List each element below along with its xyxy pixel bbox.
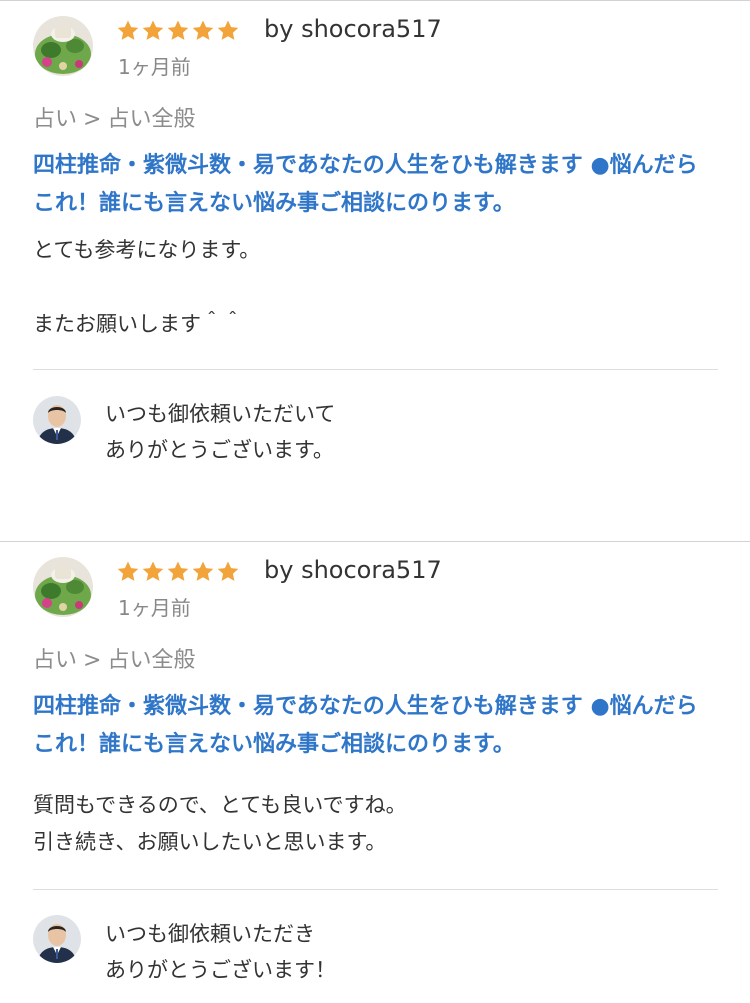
breadcrumb: 占い > 占い全般 bbox=[33, 645, 195, 677]
star-icon bbox=[142, 561, 164, 581]
divider bbox=[33, 889, 718, 890]
star-icon bbox=[217, 20, 239, 40]
rating-stars bbox=[116, 556, 240, 588]
star-icon bbox=[167, 20, 189, 40]
star-icon bbox=[142, 20, 164, 40]
breadcrumb-subcategory[interactable]: 占い全般 bbox=[107, 107, 195, 132]
star-icon bbox=[167, 561, 189, 581]
reviewer-name[interactable]: by shocora517 bbox=[264, 552, 442, 588]
service-title-link[interactable]: 四柱推命・紫微斗数・易であなたの人生をひも解きます ●悩んだら これ！誰にも言え… bbox=[33, 147, 723, 223]
star-icon bbox=[192, 561, 214, 581]
review-card: by shocora517 1ヶ月前 占い > 占い全般 四柱推命・紫微斗数・易であ… bbox=[0, 0, 750, 542]
review-date: 1ヶ月前 bbox=[118, 596, 191, 620]
review-date: 1ヶ月前 bbox=[118, 55, 191, 79]
divider bbox=[33, 369, 718, 370]
breadcrumb-separator: > bbox=[83, 107, 102, 132]
breadcrumb-category[interactable]: 占い bbox=[33, 107, 77, 132]
review-comment: とても参考になります。 またお願いします＾＾ bbox=[33, 238, 261, 336]
service-title-link[interactable]: 四柱推命・紫微斗数・易であなたの人生をひも解きます ●悩んだら これ！誰にも言え… bbox=[33, 688, 723, 764]
star-icon bbox=[192, 20, 214, 40]
seller-avatar[interactable] bbox=[33, 915, 81, 963]
seller-avatar[interactable] bbox=[33, 396, 81, 444]
breadcrumb-category[interactable]: 占い bbox=[33, 648, 77, 673]
reviews-page: by shocora517 1ヶ月前 占い > 占い全般 四柱推命・紫微斗数・易であ… bbox=[0, 0, 750, 1003]
seller-reply: いつも御依頼いただき ありがとうございます！ bbox=[105, 922, 336, 982]
breadcrumb-subcategory[interactable]: 占い全般 bbox=[107, 648, 195, 673]
seller-reply: いつも御依頼いただいて ありがとうございます。 bbox=[105, 402, 336, 462]
reviewer-avatar[interactable] bbox=[33, 557, 93, 617]
star-icon bbox=[117, 561, 139, 581]
review-comment: 質問もできるので、とても良いですね。 引き続き、お願いしたいと思います。 bbox=[33, 793, 407, 854]
breadcrumb-separator: > bbox=[83, 648, 102, 673]
review-card: by shocora517 1ヶ月前 占い > 占い全般 四柱推命・紫微斗数・易であ… bbox=[0, 541, 750, 994]
star-icon bbox=[117, 20, 139, 40]
reviewer-name[interactable]: by shocora517 bbox=[264, 11, 442, 47]
breadcrumb: 占い > 占い全般 bbox=[33, 104, 195, 136]
star-icon bbox=[217, 561, 239, 581]
reviewer-avatar[interactable] bbox=[33, 16, 93, 76]
rating-stars bbox=[116, 15, 240, 47]
